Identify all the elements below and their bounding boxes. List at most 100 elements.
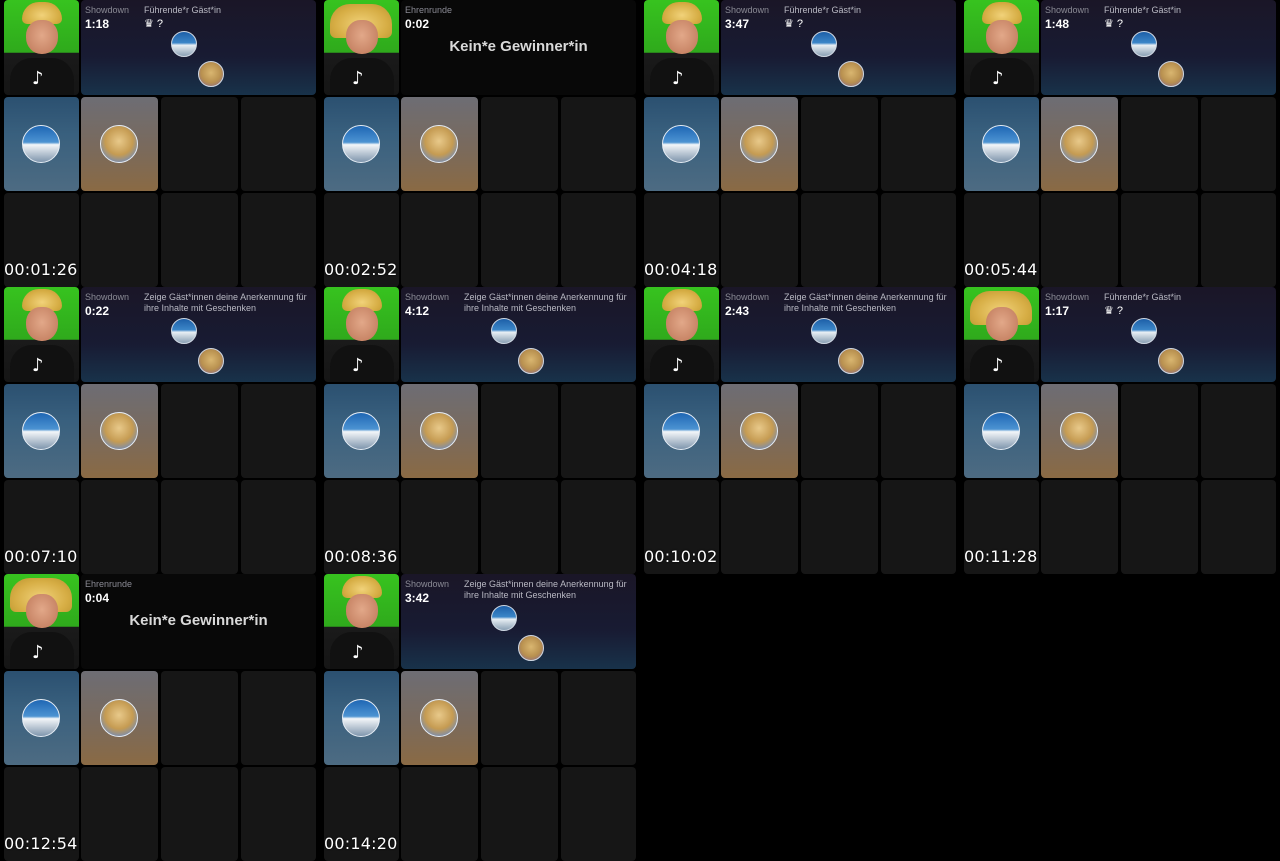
video-frame: ♪ Showdown 2:43 Zeige Gäst*innen deine A…	[640, 287, 956, 574]
empty-seat[interactable]	[81, 193, 158, 287]
tiktok-icon: ♪	[352, 355, 364, 376]
empty-seat[interactable]	[161, 97, 238, 191]
empty-seat[interactable]	[401, 767, 478, 861]
guest-avatar-2[interactable]	[1158, 61, 1184, 87]
empty-seat[interactable]	[881, 193, 956, 287]
guest-avatar-1[interactable]	[811, 31, 837, 57]
guest-avatar-2[interactable]	[838, 61, 864, 87]
empty-seat[interactable]	[1201, 193, 1276, 287]
guest-tile-1[interactable]	[4, 97, 79, 191]
empty-seat[interactable]	[241, 384, 316, 478]
tiktok-icon: ♪	[32, 355, 44, 376]
contact-sheet: ♪ Showdown 1:18 Führende*r Gäst*in ♛ ? 0…	[0, 0, 1280, 861]
empty-seat[interactable]	[481, 384, 558, 478]
guest-tile-2[interactable]	[1041, 97, 1118, 191]
empty-seat[interactable]	[241, 193, 316, 287]
empty-seat[interactable]	[161, 384, 238, 478]
tiktok-icon: ♪	[32, 642, 44, 663]
guest-avatar-2[interactable]	[838, 348, 864, 374]
empty-seat[interactable]	[481, 193, 558, 287]
guest-avatar-2[interactable]	[198, 348, 224, 374]
empty-seat[interactable]	[1121, 97, 1198, 191]
frame-timestamp: 00:02:52	[324, 260, 398, 279]
empty-seat[interactable]	[241, 480, 316, 574]
empty-seat[interactable]	[1121, 480, 1198, 574]
guest-avatar-2[interactable]	[518, 348, 544, 374]
guest-tile-2[interactable]	[401, 97, 478, 191]
guest-tile-2[interactable]	[401, 384, 478, 478]
empty-seat[interactable]	[1121, 384, 1198, 478]
guest-avatar-1[interactable]	[171, 318, 197, 344]
empty-seat[interactable]	[241, 97, 316, 191]
empty-seat[interactable]	[1201, 384, 1276, 478]
empty-seat[interactable]	[721, 480, 798, 574]
guest-tile-1[interactable]	[644, 384, 719, 478]
empty-seat[interactable]	[401, 480, 478, 574]
empty-seat[interactable]	[1041, 480, 1118, 574]
guest-tile-2[interactable]	[81, 384, 158, 478]
guest-tile-1[interactable]	[4, 384, 79, 478]
guest-avatar-1[interactable]	[171, 31, 197, 57]
host-face	[986, 20, 1018, 54]
empty-seat[interactable]	[161, 480, 238, 574]
guest-tile-1[interactable]	[964, 97, 1039, 191]
empty-seat[interactable]	[1201, 97, 1276, 191]
guest-tile-2[interactable]	[1041, 384, 1118, 478]
empty-seat[interactable]	[161, 767, 238, 861]
empty-seat[interactable]	[1201, 480, 1276, 574]
empty-seat[interactable]	[561, 97, 636, 191]
empty-seat[interactable]	[481, 671, 558, 765]
guest-tile-2[interactable]	[721, 97, 798, 191]
guest-avatar-2[interactable]	[198, 61, 224, 87]
guest-tile-1[interactable]	[964, 384, 1039, 478]
guest-tile-2[interactable]	[721, 384, 798, 478]
empty-seat[interactable]	[561, 193, 636, 287]
empty-seat[interactable]	[481, 480, 558, 574]
empty-seat[interactable]	[561, 767, 636, 861]
guest-avatar-1[interactable]	[491, 605, 517, 631]
video-frame: ♪ Showdown 3:47 Führende*r Gäst*in ♛ ? 0…	[640, 0, 956, 287]
empty-seat[interactable]	[561, 384, 636, 478]
guest-tile-2[interactable]	[81, 671, 158, 765]
empty-seat[interactable]	[481, 97, 558, 191]
guest-avatar-2[interactable]	[1158, 348, 1184, 374]
empty-seat[interactable]	[241, 671, 316, 765]
round-timer: 1:48	[1045, 17, 1070, 31]
showdown-banner: Showdown 1:17 Führende*r Gäst*in ♛ ?	[1041, 287, 1276, 382]
empty-seat[interactable]	[881, 384, 956, 478]
crown-icon: ♛ ?	[1104, 305, 1124, 317]
guest-tile-2[interactable]	[81, 97, 158, 191]
guest-avatar-1[interactable]	[1131, 31, 1157, 57]
guest-tile-1[interactable]	[324, 671, 399, 765]
empty-seat[interactable]	[801, 384, 878, 478]
empty-seat[interactable]	[561, 671, 636, 765]
guest-tile-1[interactable]	[644, 97, 719, 191]
empty-seat[interactable]	[721, 193, 798, 287]
empty-seat[interactable]	[81, 767, 158, 861]
guest-avatar-1[interactable]	[811, 318, 837, 344]
empty-seat[interactable]	[1121, 193, 1198, 287]
empty-seat[interactable]	[81, 480, 158, 574]
empty-seat[interactable]	[561, 480, 636, 574]
empty-seat[interactable]	[881, 480, 956, 574]
guest-avatar-icon	[662, 412, 700, 450]
empty-seat[interactable]	[801, 480, 878, 574]
empty-seat[interactable]	[241, 767, 316, 861]
empty-seat[interactable]	[481, 767, 558, 861]
guest-tile-1[interactable]	[324, 384, 399, 478]
empty-seat[interactable]	[881, 97, 956, 191]
host-camera: ♪	[644, 0, 719, 95]
empty-seat[interactable]	[801, 193, 878, 287]
empty-seat[interactable]	[161, 193, 238, 287]
guest-avatar-2[interactable]	[518, 635, 544, 661]
guest-avatar-1[interactable]	[491, 318, 517, 344]
guest-tile-2[interactable]	[401, 671, 478, 765]
empty-seat[interactable]	[801, 97, 878, 191]
guest-tile-1[interactable]	[324, 97, 399, 191]
empty-seat[interactable]	[1041, 193, 1118, 287]
guest-tile-1[interactable]	[4, 671, 79, 765]
guest-avatar-1[interactable]	[1131, 318, 1157, 344]
empty-seat[interactable]	[401, 193, 478, 287]
empty-seat[interactable]	[161, 671, 238, 765]
video-frame: ♪ Showdown 1:18 Führende*r Gäst*in ♛ ? 0…	[0, 0, 316, 287]
